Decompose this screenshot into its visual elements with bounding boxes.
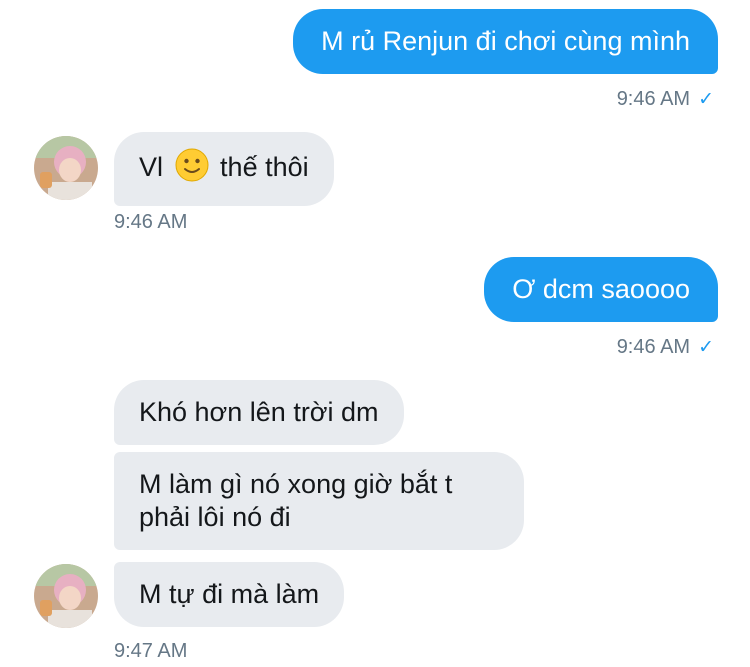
timestamp: 9:47 AM [114,640,188,662]
message-text: Vl [139,152,164,182]
message-text: M tự đi mà làm [139,579,320,609]
avatar[interactable] [34,564,98,628]
message-text: thế thôi [220,152,309,182]
timestamp: 9:46 AM [616,88,691,110]
message-meta: 9:46 AM ✓ [617,88,714,111]
message-meta: 9:46 AM ✓ [617,336,714,359]
incoming-message-bubble[interactable]: M tự đi mà làm [114,562,345,627]
message-text: Khó hơn lên trời dm [139,397,379,427]
slightly-smiling-face-icon [175,148,209,190]
avatar-photo [34,564,98,628]
outgoing-message-bubble[interactable]: Ơ dcm saoooo [484,257,718,322]
outgoing-message-bubble[interactable]: M rủ Renjun đi chơi cùng mình [293,9,718,74]
checkmark-icon: ✓ [698,89,714,110]
timestamp: 9:46 AM [114,211,188,233]
incoming-message-bubble[interactable]: M làm gì nó xong giờ bắt t phải lôi nó đ… [114,452,524,550]
message-text: Ơ dcm saoooo [512,274,690,304]
incoming-message-bubble[interactable]: Khó hơn lên trời dm [114,380,404,445]
message-text: M làm gì nó xong giờ bắt t phải lôi nó đ… [139,469,453,532]
message-text: M rủ Renjun đi chơi cùng mình [321,26,690,56]
timestamp: 9:46 AM [616,336,691,358]
avatar[interactable] [34,136,98,200]
incoming-message-bubble[interactable]: Vl thế thôi [114,132,334,206]
checkmark-icon: ✓ [698,337,714,358]
avatar-photo [34,136,98,200]
